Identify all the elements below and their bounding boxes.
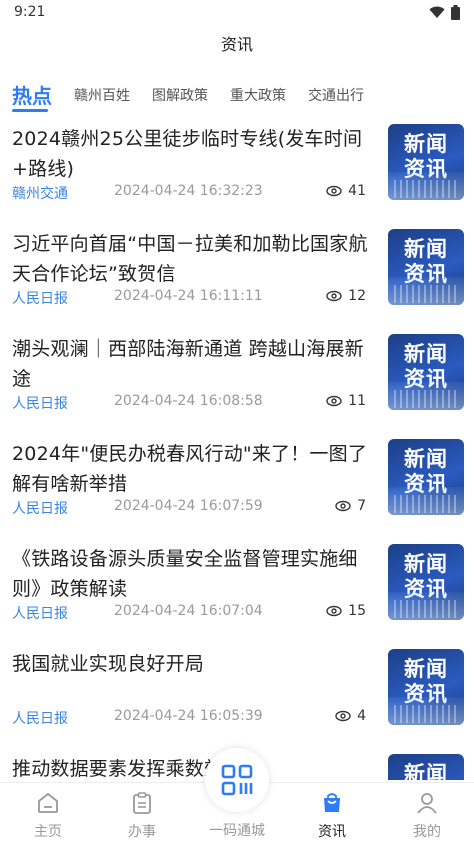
news-list: 2024赣州25公里徒步临时专线(发车时间+路线) 赣州交通 2024-04-2…: [0, 116, 474, 780]
news-view-count: 11: [348, 393, 366, 409]
news-source: 人民日报: [12, 291, 68, 307]
news-thumbnail: 新闻 资讯: [388, 439, 464, 515]
battery-icon: [451, 5, 460, 20]
status-icons: [429, 5, 460, 20]
news-time: 2024-04-24 16:11:11: [114, 288, 263, 304]
scan-code-label: 一码通城: [209, 823, 265, 839]
news-thumbnail: 新闻 资讯: [388, 334, 464, 410]
eye-icon: [335, 710, 351, 722]
news-source: 赣州交通: [12, 186, 68, 202]
news-view-count: 15: [348, 603, 366, 619]
news-views: 7: [335, 498, 366, 514]
news-views: 4: [335, 708, 366, 724]
tab-policy-graphics[interactable]: 图解政策: [152, 82, 208, 110]
news-title: 潮头观澜｜西部陆海新通道 跨越山海展新途: [12, 338, 364, 390]
nav-mine[interactable]: 我的: [387, 791, 467, 841]
news-time: 2024-04-24 16:07:04: [114, 603, 263, 619]
news-thumbnail: 新闻 资讯: [388, 649, 464, 725]
news-views: 11: [326, 393, 366, 409]
news-title: 习近平向首届“中国－拉美和加勒比国家航天合作论坛”致贺信: [12, 233, 368, 285]
news-meta: 人民日报 2024-04-24 16:07:59 7: [12, 498, 372, 518]
thumbnail-text: 新闻: [404, 762, 448, 780]
eye-icon: [326, 290, 342, 302]
news-meta: 人民日报 2024-04-24 16:08:58 11: [12, 393, 372, 413]
nav-news-label: 资讯: [318, 824, 346, 840]
news-time: 2024-04-24 16:05:39: [114, 708, 263, 724]
status-time: 9:21: [14, 4, 46, 20]
thumbnail-stripes: [394, 180, 458, 198]
news-item[interactable]: 2024年"便民办税春风行动"来了！一图了解有啥新举措 人民日报 2024-04…: [0, 431, 474, 536]
news-item[interactable]: 我国就业实现良好开局 人民日报 2024-04-24 16:05:39 4 新闻…: [0, 641, 474, 746]
tab-major-policies[interactable]: 重大政策: [230, 82, 286, 110]
news-meta: 人民日报 2024-04-24 16:05:39 4: [12, 708, 372, 728]
eye-icon: [335, 500, 351, 512]
news-title: 我国就业实现良好开局: [12, 653, 205, 675]
news-view-count: 12: [348, 288, 366, 304]
news-source: 人民日报: [12, 711, 68, 727]
news-item[interactable]: 习近平向首届“中国－拉美和加勒比国家航天合作论坛”致贺信 人民日报 2024-0…: [0, 221, 474, 326]
news-time: 2024-04-24 16:07:59: [114, 498, 263, 514]
news-source: 人民日报: [12, 501, 68, 517]
nav-news[interactable]: 资讯: [292, 791, 372, 841]
nav-home[interactable]: 主页: [8, 791, 88, 841]
news-thumbnail: 新闻: [388, 754, 464, 780]
news-view-count: 7: [357, 498, 366, 514]
news-view-count: 4: [357, 708, 366, 724]
news-views: 12: [326, 288, 366, 304]
eye-icon: [326, 395, 342, 407]
news-time: 2024-04-24 16:08:58: [114, 393, 263, 409]
news-thumbnail: 新闻 资讯: [388, 544, 464, 620]
thumbnail-stripes: [394, 705, 458, 723]
news-time: 2024-04-24 16:32:23: [114, 183, 263, 199]
news-views: 15: [326, 603, 366, 619]
eye-icon: [326, 605, 342, 617]
tab-hot[interactable]: 热点: [12, 82, 52, 112]
nav-affairs-label: 办事: [128, 824, 156, 840]
news-view-count: 41: [348, 183, 366, 199]
thumbnail-stripes: [394, 285, 458, 303]
tab-transport[interactable]: 交通出行: [308, 82, 364, 110]
news-meta: 人民日报 2024-04-24 16:11:11 12: [12, 288, 372, 308]
news-source: 人民日报: [12, 606, 68, 622]
news-item[interactable]: 《铁路设备源头质量安全监督管理实施细则》政策解读 人民日报 2024-04-24…: [0, 536, 474, 641]
qr-code-icon: [221, 764, 253, 796]
news-item[interactable]: 潮头观澜｜西部陆海新通道 跨越山海展新途 人民日报 2024-04-24 16:…: [0, 326, 474, 431]
news-item[interactable]: 2024赣州25公里徒步临时专线(发车时间+路线) 赣州交通 2024-04-2…: [0, 116, 474, 221]
page-header: 资讯: [0, 26, 474, 66]
news-title: 2024年"便民办税春风行动"来了！一图了解有啥新举措: [12, 443, 368, 495]
news-views: 41: [326, 183, 366, 199]
user-icon: [417, 793, 437, 814]
news-thumbnail: 新闻 资讯: [388, 229, 464, 305]
clipboard-icon: [133, 792, 151, 814]
category-tabs: 热点 赣州百姓 图解政策 重大政策 交通出行: [0, 70, 474, 112]
news-title: 推动数据要素发挥乘数效应: [12, 758, 243, 780]
news-thumbnail: 新闻 资讯: [388, 124, 464, 200]
home-icon: [38, 793, 58, 813]
news-meta: 人民日报 2024-04-24 16:07:04 15: [12, 603, 372, 623]
thumbnail-stripes: [394, 600, 458, 618]
status-bar: 9:21: [0, 0, 474, 26]
news-title: 《铁路设备源头质量安全监督管理实施细则》政策解读: [12, 548, 358, 600]
news-title: 2024赣州25公里徒步临时专线(发车时间+路线): [12, 128, 363, 180]
news-source: 人民日报: [12, 396, 68, 412]
nav-home-label: 主页: [34, 824, 62, 840]
scan-code-button[interactable]: [205, 748, 269, 812]
wifi-icon: [429, 6, 445, 18]
thumbnail-stripes: [394, 390, 458, 408]
nav-mine-label: 我的: [413, 824, 441, 840]
tab-ganzhou-citizens[interactable]: 赣州百姓: [74, 82, 130, 110]
bag-icon: [324, 793, 340, 812]
news-meta: 赣州交通 2024-04-24 16:32:23 41: [12, 183, 372, 203]
nav-affairs[interactable]: 办事: [102, 791, 182, 841]
eye-icon: [326, 185, 342, 197]
thumbnail-stripes: [394, 495, 458, 513]
page-title: 资讯: [220, 35, 253, 54]
